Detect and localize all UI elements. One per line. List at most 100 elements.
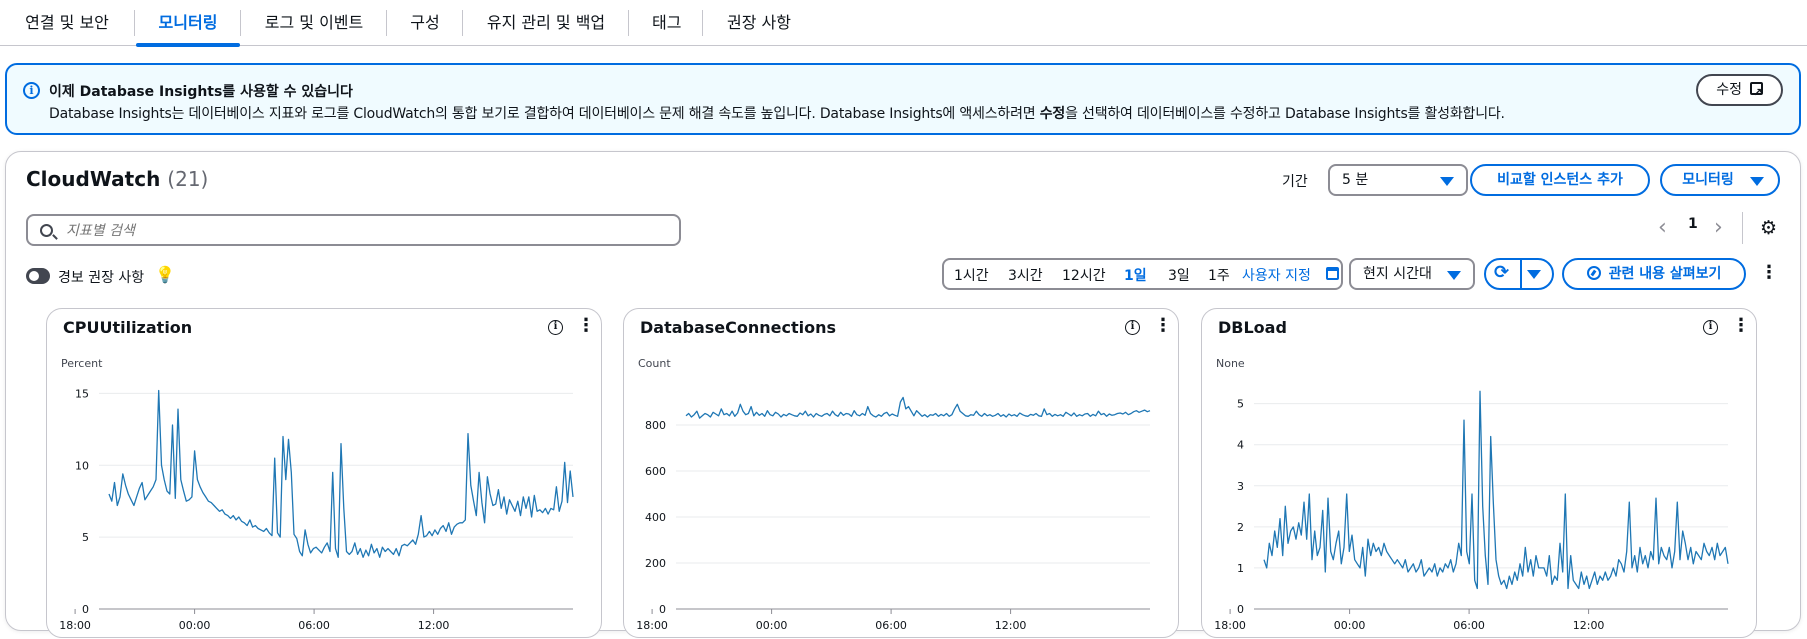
x-tick-label: 18:00 [59,619,91,632]
range-1h[interactable]: 1시간 [954,265,989,285]
search-icon [40,224,53,237]
cloudwatch-panel: CloudWatch (21) 기간 5 분 비교할 인스턴스 추가 모니터링 … [5,151,1801,638]
gear-icon[interactable]: ⚙ [1760,218,1777,238]
x-tick-label: 12:00 [1573,619,1605,632]
more-actions-icon[interactable]: ⋮ [1760,264,1778,282]
tab-separator [702,10,703,36]
x-tick-label: 06:00 [875,619,907,632]
cloudwatch-title: CloudWatch (21) [26,167,209,191]
widget-menu-icon[interactable]: ⋮ [577,317,595,335]
compass-icon [1586,266,1601,280]
x-tick-label: 06:00 [298,619,330,632]
banner-title: 이제 Database Insights를 사용할 수 있습니다 [49,84,353,100]
x-tick-label: 00:00 [179,619,211,632]
chevron-right-icon[interactable]: › [1714,216,1723,240]
range-3d[interactable]: 3일 [1168,265,1190,285]
caret-down-icon [1440,177,1454,186]
tab-separator [628,10,629,36]
y-tick-label: 5 [1237,398,1244,411]
widget-title: CPUUtilization [63,318,193,337]
widget-dbload: DBLoad i ⋮ None 0 1 2 3 4 5 18:00 00:00 06:00 12:… [1201,308,1757,638]
page-number[interactable]: 1 [1688,216,1698,232]
y-tick-label: 5 [82,531,89,544]
tab-logs-events[interactable]: 로그 및 이벤트 [242,0,386,46]
widget-title: DBLoad [1218,318,1287,337]
widget-menu-icon[interactable]: ⋮ [1154,317,1172,335]
tab-maintenance-backups[interactable]: 유지 관리 및 백업 [464,0,628,46]
range-1d[interactable]: 1일 [1124,265,1147,285]
y-axis-label: None [1216,357,1245,370]
series-line [108,389,574,558]
info-icon[interactable]: i [548,320,563,335]
caret-down-icon[interactable] [1527,270,1541,279]
range-3h[interactable]: 3시간 [1008,265,1043,285]
tab-configuration[interactable]: 구성 [388,0,462,46]
monitoring-dropdown-button[interactable]: 모니터링 [1660,164,1780,196]
alarm-recommendations-label: 경보 권장 사항 [58,270,145,286]
metric-count: (21) [167,167,209,191]
y-tick-label: 200 [645,557,666,570]
y-tick-label: 800 [645,419,666,432]
tab-connectivity-security[interactable]: 연결 및 보안 [0,0,134,46]
info-icon[interactable]: i [1125,320,1140,335]
widget-database-connections: DatabaseConnections i ⋮ Count 0 200 400 600… [623,308,1179,638]
tab-recommendations[interactable]: 권장 사항 [704,0,814,46]
chevron-left-icon[interactable]: ‹ [1658,216,1667,240]
series-line [1263,390,1729,590]
lightbulb-icon: 💡 [155,265,175,284]
x-tick-label: 18:00 [636,619,668,632]
period-label: 기간 [1282,174,1308,190]
external-link-icon [1750,79,1763,107]
refresh-split-button: ⟳ [1484,258,1554,290]
divider [1742,212,1743,244]
y-axis-label: Count [638,357,671,370]
y-tick-label: 0 [82,603,89,616]
range-1w[interactable]: 1주 [1208,265,1230,285]
time-range-selector: 1시간 3시간 12시간 1일 3일 1주 사용자 지정 [942,258,1343,290]
period-select[interactable]: 5 분 [1328,164,1468,196]
banner-edit-button[interactable]: 수정 [1696,74,1783,107]
x-tick-label: 12:00 [418,619,450,632]
tab-separator [386,10,387,36]
cpu-utilization-chart: Percent 0 5 10 15 18:00 00:00 06:00 12:00 [59,357,574,632]
y-tick-label: 3 [1237,480,1244,493]
caret-down-icon [1750,177,1764,186]
x-tick-label: 18:00 [1214,619,1246,632]
widget-cpu-utilization: CPUUtilization i ⋮ Percent 0 5 10 15 18:00 00… [46,308,602,638]
y-tick-label: 1 [1237,562,1244,575]
metric-search-input[interactable] [64,220,664,242]
database-insights-banner: i 이제 Database Insights를 사용할 수 있습니다 Datab… [5,63,1801,135]
y-tick-label: 400 [645,511,666,524]
split-separator [1520,260,1522,288]
database-connections-chart: Count 0 200 400 600 800 18:00 00:00 06:00 12:00 [636,357,1151,632]
y-tick-label: 0 [1237,603,1244,616]
y-tick-label: 600 [645,465,666,478]
browse-related-button[interactable]: 관련 내용 살펴보기 [1562,258,1746,290]
calendar-icon[interactable] [1326,267,1339,280]
info-icon[interactable]: i [1703,320,1718,335]
y-tick-label: 0 [659,603,666,616]
y-tick-label: 4 [1237,439,1244,452]
x-tick-label: 06:00 [1453,619,1485,632]
timezone-select[interactable]: 현지 시간대 [1349,258,1475,290]
banner-body: Database Insights는 데이터베이스 지표와 로그를 CloudW… [49,106,1505,122]
y-tick-label: 15 [75,387,89,400]
tab-tags[interactable]: 태그 [630,0,702,46]
y-tick-label: 2 [1237,521,1244,534]
tab-separator [134,10,135,36]
y-tick-label: 10 [75,459,89,472]
x-tick-label: 12:00 [995,619,1027,632]
widget-menu-icon[interactable]: ⋮ [1732,317,1750,335]
range-12h[interactable]: 12시간 [1062,265,1106,285]
add-compare-instance-button[interactable]: 비교할 인스턴스 추가 [1470,164,1650,196]
range-custom[interactable]: 사용자 지정 [1242,265,1311,285]
tab-separator [462,10,463,36]
tab-monitoring[interactable]: 모니터링 [136,0,240,47]
alarm-recommendations-toggle[interactable] [26,268,50,284]
tab-bar: 연결 및 보안 모니터링 로그 및 이벤트 구성 유지 관리 및 백업 태그 권… [0,0,1807,47]
metric-search [26,214,681,246]
info-icon: i [23,82,40,99]
dbload-chart: None 0 1 2 3 4 5 18:00 00:00 06:00 12:00 [1214,357,1729,632]
refresh-icon[interactable]: ⟳ [1494,262,1509,284]
x-tick-label: 00:00 [756,619,788,632]
